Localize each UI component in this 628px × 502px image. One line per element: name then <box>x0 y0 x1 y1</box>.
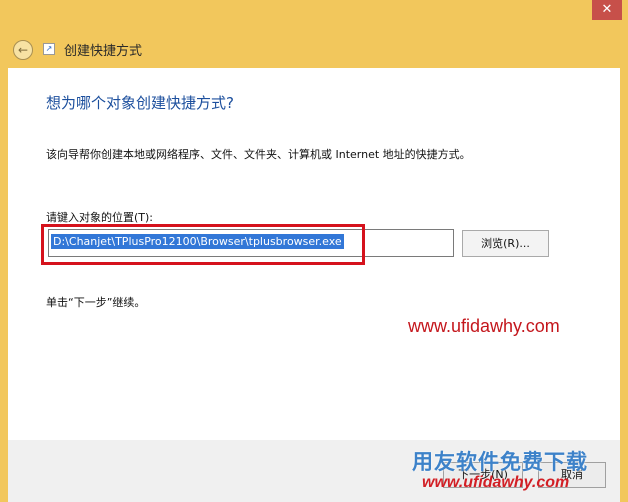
watermark-url: www.ufidawhy.com <box>408 316 560 336</box>
close-button[interactable]: ✕ <box>592 0 622 20</box>
location-label: 请键入对象的位置(T): <box>46 211 154 224</box>
wizard-title: 创建快捷方式 <box>64 44 143 59</box>
continue-hint: 单击“下一步”继续。 <box>46 296 146 309</box>
annotation-highlight-box <box>41 224 365 265</box>
create-shortcut-window: ✕ ← ↗ 创建快捷方式 想为哪个对象创建快捷方式? 该向导帮你创建本地或网络程… <box>0 0 628 502</box>
shortcut-icon: ↗ <box>43 43 55 55</box>
back-arrow-icon: ← <box>17 43 29 57</box>
wizard-question: 想为哪个对象创建快捷方式? <box>46 94 234 112</box>
wizard-description: 该向导帮你创建本地或网络程序、文件、文件夹、计算机或 Internet 地址的快… <box>46 148 471 161</box>
back-button[interactable]: ← <box>13 40 33 60</box>
wizard-header: ← ↗ 创建快捷方式 <box>0 28 628 68</box>
watermark-url-bottom: www.ufidawhy.com <box>422 474 570 491</box>
watermark-text: 用友软件免费下载 <box>412 450 588 474</box>
close-icon: ✕ <box>601 2 613 17</box>
wizard-content: 想为哪个对象创建快捷方式? 该向导帮你创建本地或网络程序、文件、文件夹、计算机或… <box>8 68 620 440</box>
browse-button[interactable]: 浏览(R)... <box>462 230 549 257</box>
